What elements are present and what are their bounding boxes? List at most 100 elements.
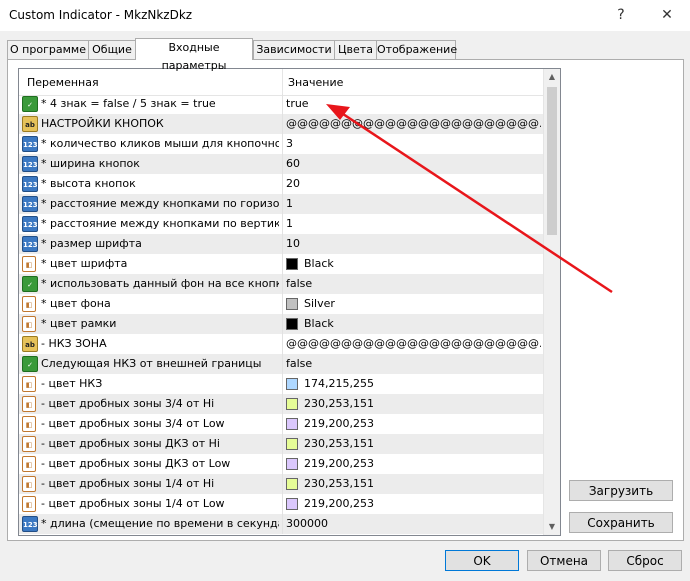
cell-divider [282,274,283,294]
number-icon: 123 [22,196,38,212]
color-icon: ◧ [22,456,36,472]
color-swatch[interactable] [286,318,298,330]
parameter-value[interactable]: 20 [286,177,541,190]
color-swatch[interactable] [286,438,298,450]
parameter-name: * 4 знак = false / 5 знак = true [41,97,216,110]
parameter-row[interactable]: ab НАСТРОЙКИ КНОПОК @@@@@@@@@@@@@@@@@@@@@@… [19,114,544,134]
column-header-variable[interactable]: Переменная [27,76,99,89]
parameter-value[interactable]: 230,253,151 [304,437,541,450]
parameter-row[interactable]: ◧ - цвет дробных зоны 3/4 от Hi 230,253,15… [19,394,544,414]
tab-dependencies[interactable]: Зависимости [253,40,335,59]
cell-divider [282,254,283,274]
ok-button[interactable]: OK [445,550,519,571]
grid-header: Переменная Значение [19,69,544,96]
cell-divider [282,294,283,314]
parameter-value[interactable]: 60 [286,157,541,170]
parameter-name: - цвет дробных зоны 1/4 от Hi [41,477,215,490]
parameter-value[interactable]: Black [304,257,541,270]
close-icon[interactable]: ✕ [644,0,690,31]
parameter-value[interactable]: 174,215,255 [304,377,541,390]
load-button[interactable]: Загрузить [569,480,673,501]
parameter-value[interactable]: Black [304,317,541,330]
parameter-row[interactable]: ◧ - цвет дробных зоны 1/4 от Hi 230,253,15… [19,474,544,494]
parameter-value[interactable]: 1 [286,217,541,230]
color-swatch[interactable] [286,378,298,390]
reset-button[interactable]: Сброс [608,550,682,571]
parameter-value[interactable]: 230,253,151 [304,397,541,410]
tab-colors[interactable]: Цвета [334,40,377,59]
scroll-up-icon[interactable]: ▲ [544,69,560,85]
parameter-row[interactable]: 123* количество кликов мыши для кнопочно… [19,134,544,154]
color-icon: ◧ [22,296,36,312]
parameter-value[interactable]: true [286,97,541,110]
parameter-row[interactable]: ✓ Следующая НКЗ от внешней границы false [19,354,544,374]
help-icon[interactable]: ? [598,0,644,31]
parameter-value[interactable]: Silver [304,297,541,310]
parameter-value[interactable]: 230,253,151 [304,477,541,490]
parameter-row[interactable]: ✓ * 4 знак = false / 5 знак = true true [19,94,544,114]
vertical-scrollbar[interactable]: ▲ ▼ [543,69,560,535]
number-icon: 123 [22,136,38,152]
bool-icon: ✓ [22,276,38,292]
parameter-row[interactable]: ◧ - цвет дробных зоны ДКЗ от Low 219,200,2… [19,454,544,474]
parameter-name: - цвет НКЗ [41,377,103,390]
color-swatch[interactable] [286,298,298,310]
parameter-value[interactable]: 3 [286,137,541,150]
parameter-row[interactable]: ◧ - цвет дробных зоны 1/4 от Low 219,200,2… [19,494,544,514]
color-icon: ◧ [22,416,36,432]
parameter-row[interactable]: 123 * длина (смещение по времени в секунд… [19,514,544,534]
cell-divider [282,474,283,494]
tab-inputs[interactable]: Входные параметры [135,38,253,72]
parameter-value[interactable]: @@@@@@@@@@@@@@@@@@@@@@@... [286,117,541,130]
cell-divider [282,494,283,514]
parameter-name: * расстояние между кнопками по вертикали [41,217,279,230]
column-header-value[interactable]: Значение [288,76,343,89]
cancel-button[interactable]: Отмена [527,550,601,571]
parameter-value[interactable]: 300000 [286,517,541,530]
cell-divider [282,434,283,454]
parameter-row[interactable]: 123 * расстояние между кнопками по вертик… [19,214,544,234]
color-swatch[interactable] [286,418,298,430]
parameter-row[interactable]: ◧ * цвет шрифта Black [19,254,544,274]
scroll-down-icon[interactable]: ▼ [544,519,560,535]
parameter-value[interactable]: 10 [286,237,541,250]
color-swatch[interactable] [286,258,298,270]
color-swatch[interactable] [286,458,298,470]
parameter-value[interactable]: 219,200,253 [304,417,541,430]
parameter-value[interactable]: false [286,357,541,370]
tab-common[interactable]: Общие [88,40,136,59]
cell-divider [282,314,283,334]
parameter-name: * ширина кнопок [41,157,140,170]
column-divider[interactable] [282,69,283,95]
parameter-value[interactable]: false [286,277,541,290]
parameter-value[interactable]: 219,200,253 [304,497,541,510]
parameter-row[interactable]: ◧ * цвет фона Silver [19,294,544,314]
parameter-value[interactable]: 219,200,253 [304,457,541,470]
cell-divider [282,374,283,394]
color-swatch[interactable] [286,398,298,410]
parameter-row[interactable]: ◧ - цвет дробных зоны 3/4 от Low 219,200,2… [19,414,544,434]
parameter-row[interactable]: ◧ - цвет НКЗ 174,215,255 [19,374,544,394]
parameter-row[interactable]: 123 * расстояние между кнопками по горизо… [19,194,544,214]
parameter-row[interactable]: ◧ * цвет рамки Black [19,314,544,334]
parameter-name: - цвет дробных зоны ДКЗ от Hi [41,437,220,450]
parameter-row[interactable]: ✓ * использовать данный фон на все кнопки… [19,274,544,294]
parameter-value[interactable]: @@@@@@@@@@@@@@@@@@@@@@@... [286,337,541,350]
parameter-row[interactable]: 123 * размер шрифта 10 [19,234,544,254]
color-swatch[interactable] [286,498,298,510]
parameter-row[interactable]: ab - НКЗ ЗОНА @@@@@@@@@@@@@@@@@@@@@@@... [19,334,544,354]
parameter-row[interactable]: 123 * ширина кнопок 60 [19,154,544,174]
parameter-row[interactable]: ◧ - цвет дробных зоны ДКЗ от Hi 230,253,15… [19,434,544,454]
parameters-grid: Переменная Значение ✓ * 4 знак = false / … [18,68,561,536]
parameter-row[interactable]: 123 * высота кнопок 20 [19,174,544,194]
cell-divider [282,414,283,434]
number-icon: 123 [22,156,38,172]
tab-display[interactable]: Отображение [376,40,457,59]
tab-about[interactable]: О программе [7,40,89,59]
number-icon: 123 [22,216,38,232]
save-button[interactable]: Сохранить [569,512,673,533]
parameter-value[interactable]: 1 [286,197,541,210]
color-swatch[interactable] [286,478,298,490]
scroll-thumb[interactable] [547,87,557,235]
cell-divider [282,514,283,534]
